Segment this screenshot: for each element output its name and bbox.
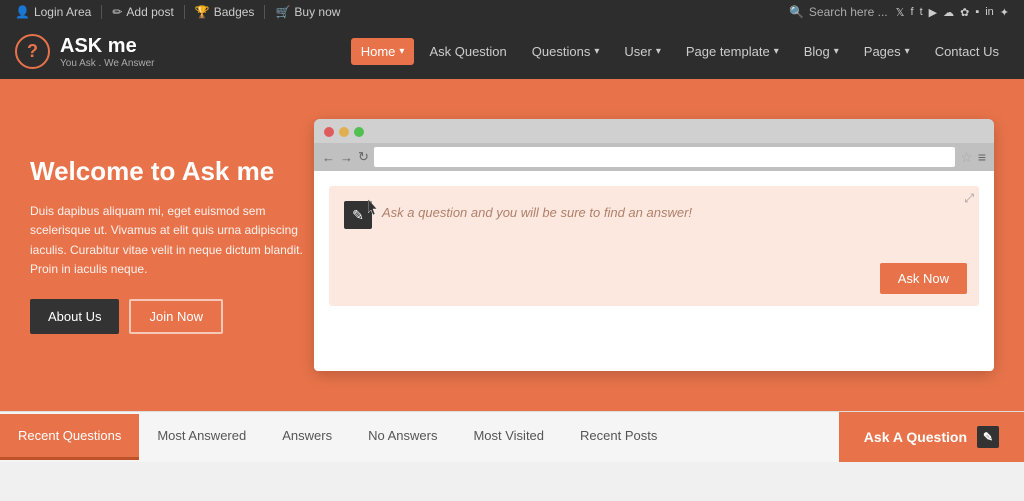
search-placeholder-text: Search here ... <box>809 5 888 19</box>
tab-most-answered[interactable]: Most Answered <box>139 414 264 460</box>
ask-question-label: Ask A Question <box>864 429 967 445</box>
linkedin-icon[interactable]: in <box>985 6 994 18</box>
browser-dots <box>324 127 984 137</box>
nav-home[interactable]: Home ▾ <box>351 38 415 65</box>
chevron-down-icon: ▾ <box>774 46 779 57</box>
chevron-down-icon: ▾ <box>656 46 661 57</box>
pencil-icon: ✏ <box>112 5 122 19</box>
dot-yellow <box>339 127 349 137</box>
buy-now-label: Buy now <box>294 5 340 19</box>
twitter-icon[interactable]: 𝕏 <box>896 6 905 19</box>
ask-input-area[interactable]: ✎ Ask a question and you will be sure to… <box>329 186 979 306</box>
facebook-icon[interactable]: f <box>911 6 914 18</box>
tab-no-answers[interactable]: No Answers <box>350 414 455 460</box>
login-area-item[interactable]: 👤 Login Area <box>15 5 102 19</box>
nav-page-template[interactable]: Page template ▾ <box>676 38 789 65</box>
address-bar[interactable] <box>374 147 955 167</box>
search-wrap[interactable]: 🔍 Search here ... <box>789 5 888 19</box>
nav-pages[interactable]: Pages ▾ <box>854 38 920 65</box>
badges-label: Badges <box>214 5 255 19</box>
buy-now-item[interactable]: 🛒 Buy now <box>265 5 350 19</box>
chevron-down-icon: ▾ <box>834 46 839 57</box>
nav-blog[interactable]: Blog ▾ <box>794 38 849 65</box>
logo-icon: ? <box>15 34 50 69</box>
top-bar-right: 🔍 Search here ... 𝕏 f t ▶ ☁ ✿ ▪ in ✦ <box>789 5 1009 19</box>
ask-now-button[interactable]: Ask Now <box>880 263 967 294</box>
dot-red <box>324 127 334 137</box>
tab-recent-questions[interactable]: Recent Questions <box>0 414 139 460</box>
browser-toolbar: ← → ↻ ☆ ≡ <box>314 143 994 171</box>
refresh-button[interactable]: ↻ <box>358 149 369 165</box>
ask-a-question-button[interactable]: Ask A Question ✎ <box>839 412 1024 462</box>
back-button[interactable]: ← <box>322 150 335 165</box>
logo-area[interactable]: ? ASK me You Ask . We Answer <box>15 34 155 69</box>
add-post-label: Add post <box>126 5 173 19</box>
search-icon: 🔍 <box>789 5 804 19</box>
dot-green <box>354 127 364 137</box>
badges-item[interactable]: 🏆 Badges <box>185 5 266 19</box>
tab-recent-posts[interactable]: Recent Posts <box>562 414 675 460</box>
user-icon: 👤 <box>15 5 30 19</box>
hero-title: Welcome to Ask me <box>30 156 310 187</box>
nav-user[interactable]: User ▾ <box>614 38 670 65</box>
tabs-section: Recent Questions Most Answered Answers N… <box>0 411 1024 462</box>
chevron-down-icon: ▾ <box>399 46 404 57</box>
social6-icon[interactable]: ▪ <box>975 6 979 18</box>
main-nav: ? ASK me You Ask . We Answer Home ▾ Ask … <box>0 24 1024 79</box>
nav-contact-us[interactable]: Contact Us <box>925 38 1009 65</box>
hero-content: Welcome to Ask me Duis dapibus aliquam m… <box>30 156 310 334</box>
edit-icon: ✎ <box>344 201 372 229</box>
nav-ask-question[interactable]: Ask Question <box>419 38 516 65</box>
trophy-icon: 🏆 <box>195 5 210 19</box>
skype-icon[interactable]: ☁ <box>943 6 954 19</box>
nav-questions[interactable]: Questions ▾ <box>522 38 610 65</box>
rss-icon[interactable]: ✦ <box>1000 6 1009 19</box>
about-us-button[interactable]: About Us <box>30 299 119 334</box>
logo-subtitle: You Ask . We Answer <box>60 58 155 69</box>
add-post-item[interactable]: ✏ Add post <box>102 5 184 19</box>
top-bar: 👤 Login Area ✏ Add post 🏆 Badges 🛒 Buy n… <box>0 0 1024 24</box>
logo-title: ASK me <box>60 35 155 58</box>
logo-text: ASK me You Ask . We Answer <box>60 35 155 69</box>
social5-icon[interactable]: ✿ <box>960 6 969 19</box>
menu-icon[interactable]: ≡ <box>978 149 986 165</box>
star-icon: ☆ <box>960 149 973 166</box>
login-area-label: Login Area <box>34 5 91 19</box>
browser-mockup: ← → ↻ ☆ ≡ ✎ Ask a question and you will … <box>314 119 994 371</box>
forward-button[interactable]: → <box>340 150 353 165</box>
join-now-button[interactable]: Join Now <box>129 299 222 334</box>
tab-answers[interactable]: Answers <box>264 414 350 460</box>
tiktok-icon[interactable]: t <box>920 6 923 18</box>
social-icons: 𝕏 f t ▶ ☁ ✿ ▪ in ✦ <box>896 6 1009 19</box>
browser-chrome <box>314 119 994 137</box>
youtube-icon[interactable]: ▶ <box>929 6 937 19</box>
nav-items: Home ▾ Ask Question Questions ▾ User ▾ P… <box>195 38 1010 65</box>
tabs-left: Recent Questions Most Answered Answers N… <box>0 414 839 460</box>
chevron-down-icon: ▾ <box>905 46 910 57</box>
cart-icon: 🛒 <box>275 5 290 19</box>
hero-section: Welcome to Ask me Duis dapibus aliquam m… <box>0 79 1024 411</box>
tab-most-visited[interactable]: Most Visited <box>455 414 562 460</box>
hero-buttons: About Us Join Now <box>30 299 310 334</box>
hero-description: Duis dapibus aliquam mi, eget euismod se… <box>30 202 310 279</box>
pencil-btn-icon: ✎ <box>977 426 999 448</box>
browser-content: ✎ Ask a question and you will be sure to… <box>314 171 994 371</box>
top-bar-left: 👤 Login Area ✏ Add post 🏆 Badges 🛒 Buy n… <box>15 5 789 19</box>
chevron-down-icon: ▾ <box>594 46 599 57</box>
ask-placeholder-text: Ask a question and you will be sure to f… <box>382 201 692 220</box>
expand-icon[interactable]: ⤢ <box>964 191 974 206</box>
